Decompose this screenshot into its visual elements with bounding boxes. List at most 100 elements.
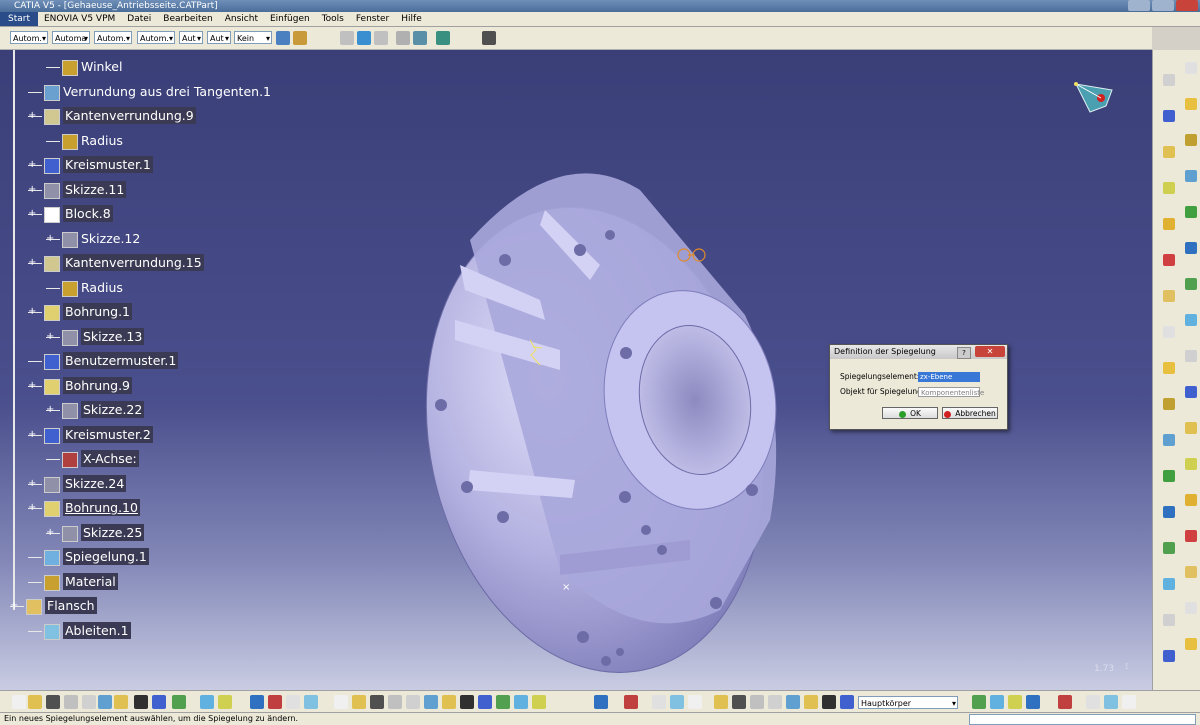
right-tool-icon[interactable] [1185,242,1197,254]
right-tool-icon[interactable] [1163,362,1175,374]
menu-fenster[interactable]: Fenster [350,12,395,26]
help-button[interactable]: ? [957,347,971,359]
right-tool-icon[interactable] [1163,290,1175,302]
bottom-tool-icon[interactable] [200,695,214,709]
compass-icon[interactable] [1068,76,1118,116]
bottom-tool-icon[interactable] [750,695,764,709]
bottom-tool-icon[interactable] [804,695,818,709]
compass-tool-icon[interactable] [436,31,450,45]
bottom-tool-icon[interactable] [1086,695,1100,709]
right-tool-icon[interactable] [1185,206,1197,218]
right-tool-icon[interactable] [1185,134,1197,146]
bottom-tool-icon[interactable] [532,695,546,709]
bottom-tool-icon[interactable] [442,695,456,709]
bottom-tool-icon[interactable] [1008,695,1022,709]
bottom-tool-icon[interactable] [990,695,1004,709]
bottom-tool-icon[interactable] [652,695,666,709]
right-tool-icon[interactable] [1163,614,1175,626]
bottom-tool-icon[interactable] [514,695,528,709]
right-tool-icon[interactable] [1163,542,1175,554]
bottom-tool-icon[interactable] [786,695,800,709]
bottom-tool-icon[interactable] [64,695,78,709]
bottom-tool-icon[interactable] [152,695,166,709]
bottom-tool-icon[interactable] [1026,695,1040,709]
mirror-element-field[interactable]: zx-Ebene [918,372,980,382]
command-input[interactable] [969,714,1196,725]
bottom-tool-icon[interactable] [478,695,492,709]
bottom-tool-icon[interactable] [334,695,348,709]
right-tool-icon[interactable] [1185,314,1197,326]
right-tool-icon[interactable] [1163,434,1175,446]
color-combo[interactable]: Autom. [10,31,48,44]
line-type-combo[interactable]: Autom. [137,31,175,44]
bottom-tool-icon[interactable] [218,695,232,709]
multi-section-icon[interactable] [374,31,388,45]
right-tool-icon[interactable] [1163,326,1175,338]
bottom-tool-icon[interactable] [172,695,186,709]
right-tool-icon[interactable] [1185,458,1197,470]
menu-ansicht[interactable]: Ansicht [219,12,264,26]
bottom-tool-icon[interactable] [822,695,836,709]
right-tool-icon[interactable] [1185,602,1197,614]
rib-icon[interactable] [413,31,427,45]
bottom-tool-icon[interactable] [304,695,318,709]
right-tool-icon[interactable] [1185,278,1197,290]
right-tool-icon[interactable] [1163,146,1175,158]
right-tool-icon[interactable] [1185,530,1197,542]
bottom-tool-icon[interactable] [268,695,282,709]
bottom-tool-icon[interactable] [1058,695,1072,709]
right-tool-icon[interactable] [1163,470,1175,482]
bottom-tool-icon[interactable] [114,695,128,709]
cancel-button[interactable]: Abbrechen [942,407,998,419]
dialog-close-button[interactable]: ✕ [975,346,1005,357]
layer-combo[interactable]: Kein [234,31,272,44]
painter-icon[interactable] [293,31,307,45]
menu-einfuegen[interactable]: Einfügen [264,12,316,26]
menu-start[interactable]: Start [0,12,38,26]
boolean-icon[interactable] [396,31,410,45]
bottom-tool-icon[interactable] [768,695,782,709]
paint-brush-icon[interactable] [276,31,290,45]
bottom-tool-icon[interactable] [972,695,986,709]
right-tool-icon[interactable] [1185,98,1197,110]
ok-button[interactable]: OK [882,407,938,419]
right-tool-icon[interactable] [1185,350,1197,362]
bottom-tool-icon[interactable] [46,695,60,709]
bottom-tool-icon[interactable] [250,695,264,709]
bottom-tool-icon[interactable] [688,695,702,709]
bottom-tool-icon[interactable] [424,695,438,709]
right-tool-icon[interactable] [1185,386,1197,398]
right-tool-icon[interactable] [1163,254,1175,266]
bottom-tool-icon[interactable] [82,695,96,709]
bottom-tool-icon[interactable] [1122,695,1136,709]
bottom-tool-icon[interactable] [670,695,684,709]
right-tool-icon[interactable] [1163,578,1175,590]
right-tool-icon[interactable] [1163,398,1175,410]
bottom-tool-icon[interactable] [12,695,26,709]
rendering-combo[interactable]: Aut [207,31,231,44]
close-window-button[interactable] [1176,0,1198,11]
bottom-tool-icon[interactable] [732,695,746,709]
right-tool-icon[interactable] [1163,506,1175,518]
bottom-tool-icon[interactable] [134,695,148,709]
bottom-tool-icon[interactable] [714,695,728,709]
star-tool-icon[interactable] [482,31,496,45]
bottom-tool-icon[interactable] [594,695,608,709]
maximize-button[interactable] [1152,0,1174,11]
menu-enovia[interactable]: ENOVIA V5 VPM [38,12,121,26]
right-tool-icon[interactable] [1185,638,1197,650]
bottom-tool-icon[interactable] [840,695,854,709]
menu-hilfe[interactable]: Hilfe [395,12,427,26]
body-select[interactable]: Hauptkörper [858,696,958,709]
bottom-tool-icon[interactable] [28,695,42,709]
point-type-combo[interactable]: Aut [179,31,203,44]
line-width-combo[interactable]: Autom. [94,31,132,44]
menu-tools[interactable]: Tools [316,12,350,26]
bottom-tool-icon[interactable] [624,695,638,709]
arc-icon[interactable] [340,31,354,45]
bottom-tool-icon[interactable] [496,695,510,709]
bottom-tool-icon[interactable] [460,695,474,709]
swept-icon[interactable] [357,31,371,45]
transparency-combo[interactable]: Automa [52,31,90,44]
menu-bearbeiten[interactable]: Bearbeiten [157,12,218,26]
